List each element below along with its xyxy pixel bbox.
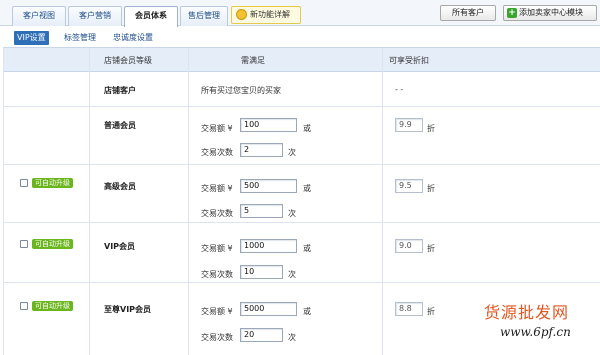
count-label: 交易次数 [201, 270, 233, 279]
or-label: 或 [303, 307, 311, 316]
amount-input[interactable]: 1000 [240, 239, 297, 253]
amount-label: 交易额 ¥ [201, 307, 233, 316]
count-input[interactable]: 20 [240, 328, 283, 342]
level-name: VIP会员 [104, 242, 136, 251]
count-label: 交易次数 [201, 333, 233, 342]
watermark-url: www.6pf.cn [500, 325, 571, 339]
subnav-vip-settings[interactable]: VIP设置 [14, 31, 49, 45]
times-label: 次 [288, 333, 296, 342]
tab-after-sales[interactable]: 售后管理 [180, 6, 228, 26]
discount-unit: 折 [427, 184, 435, 193]
or-label: 或 [303, 184, 311, 193]
count-input[interactable]: 5 [240, 204, 283, 218]
count-label: 交易次数 [201, 148, 233, 157]
count-label: 交易次数 [201, 209, 233, 218]
auto-upgrade-checkbox[interactable] [20, 302, 28, 310]
new-feature-link[interactable]: 新功能详解 [231, 6, 301, 24]
amount-label: 交易额 ¥ [201, 124, 233, 133]
tab-membership[interactable]: 会员体系 [124, 6, 178, 27]
amount-input[interactable]: 100 [240, 118, 297, 132]
discount-input[interactable]: 8.8 [395, 302, 423, 316]
or-label: 或 [303, 124, 311, 133]
discount-unit: 折 [427, 307, 435, 316]
condition-text: 所有买过您宝贝的买家 [201, 86, 281, 95]
level-name: 至尊VIP会员 [104, 305, 152, 314]
count-input[interactable]: 10 [240, 265, 283, 279]
discount-input[interactable]: 9.0 [395, 239, 423, 253]
discount-input[interactable]: 9.5 [395, 179, 423, 193]
new-feature-label: 新功能详解 [250, 10, 290, 19]
header-level: 店铺会员等级 [104, 56, 152, 65]
all-customers-button[interactable]: 所有客户 [440, 5, 496, 21]
amount-input[interactable]: 5000 [240, 302, 297, 316]
discount-unit: 折 [427, 124, 435, 133]
auto-upgrade-badge: 可自动升级 [32, 301, 73, 311]
subnav-loyalty-settings[interactable]: 忠诚度设置 [113, 31, 153, 45]
auto-upgrade-checkbox[interactable] [20, 240, 28, 248]
auto-upgrade-badge: 可自动升级 [32, 178, 73, 188]
table-row-level: 普通会员 交易额 ¥ 100 或 交易次数 2 次 9.9 折 [4, 107, 600, 165]
level-name: 普通会员 [104, 121, 136, 130]
add-module-button[interactable]: + 添加卖家中心模块 [503, 5, 597, 21]
times-label: 次 [288, 148, 296, 157]
count-input[interactable]: 2 [240, 143, 283, 157]
discount-unit: 折 [427, 244, 435, 253]
times-label: 次 [288, 270, 296, 279]
header-discount: 可享受折扣 [389, 56, 429, 65]
discount-text: - - [395, 85, 404, 94]
subnav-tag-management[interactable]: 标签管理 [64, 31, 96, 45]
table-row-level: 可自动升级 高级会员 交易额 ¥ 500 或 交易次数 5 次 9.5 折 [4, 165, 600, 223]
amount-label: 交易额 ¥ [201, 244, 233, 253]
level-name: 店铺客户 [104, 86, 136, 95]
tab-customer-marketing[interactable]: 客户营销 [68, 6, 122, 26]
auto-upgrade-checkbox[interactable] [20, 179, 28, 187]
amount-label: 交易额 ¥ [201, 184, 233, 193]
header-condition: 需满足 [241, 56, 265, 65]
amount-input[interactable]: 500 [240, 179, 297, 193]
watermark-title: 货源批发网 [484, 303, 570, 322]
or-label: 或 [303, 244, 311, 253]
tab-customer-view[interactable]: 客户视图 [12, 6, 66, 26]
discount-input[interactable]: 9.9 [395, 118, 423, 132]
times-label: 次 [288, 209, 296, 218]
table-header: 店铺会员等级 需满足 可享受折扣 [4, 48, 600, 72]
table-row-level: 可自动升级 VIP会员 交易额 ¥ 1000 或 交易次数 10 次 9.0 折 [4, 223, 600, 283]
top-tab-bar: 客户视图 客户营销 会员体系 售后管理 新功能详解 所有客户 + 添加卖家中心模… [0, 0, 600, 27]
lightbulb-icon [236, 9, 247, 20]
add-module-label: 添加卖家中心模块 [519, 8, 583, 17]
level-name: 高级会员 [104, 182, 136, 191]
table-row-store-customer: 店铺客户 所有买过您宝贝的买家 - - [4, 72, 600, 107]
plus-icon: + [507, 8, 517, 18]
auto-upgrade-badge: 可自动升级 [32, 239, 73, 249]
sub-navigation: VIP设置 标签管理 忠诚度设置 [0, 27, 600, 47]
